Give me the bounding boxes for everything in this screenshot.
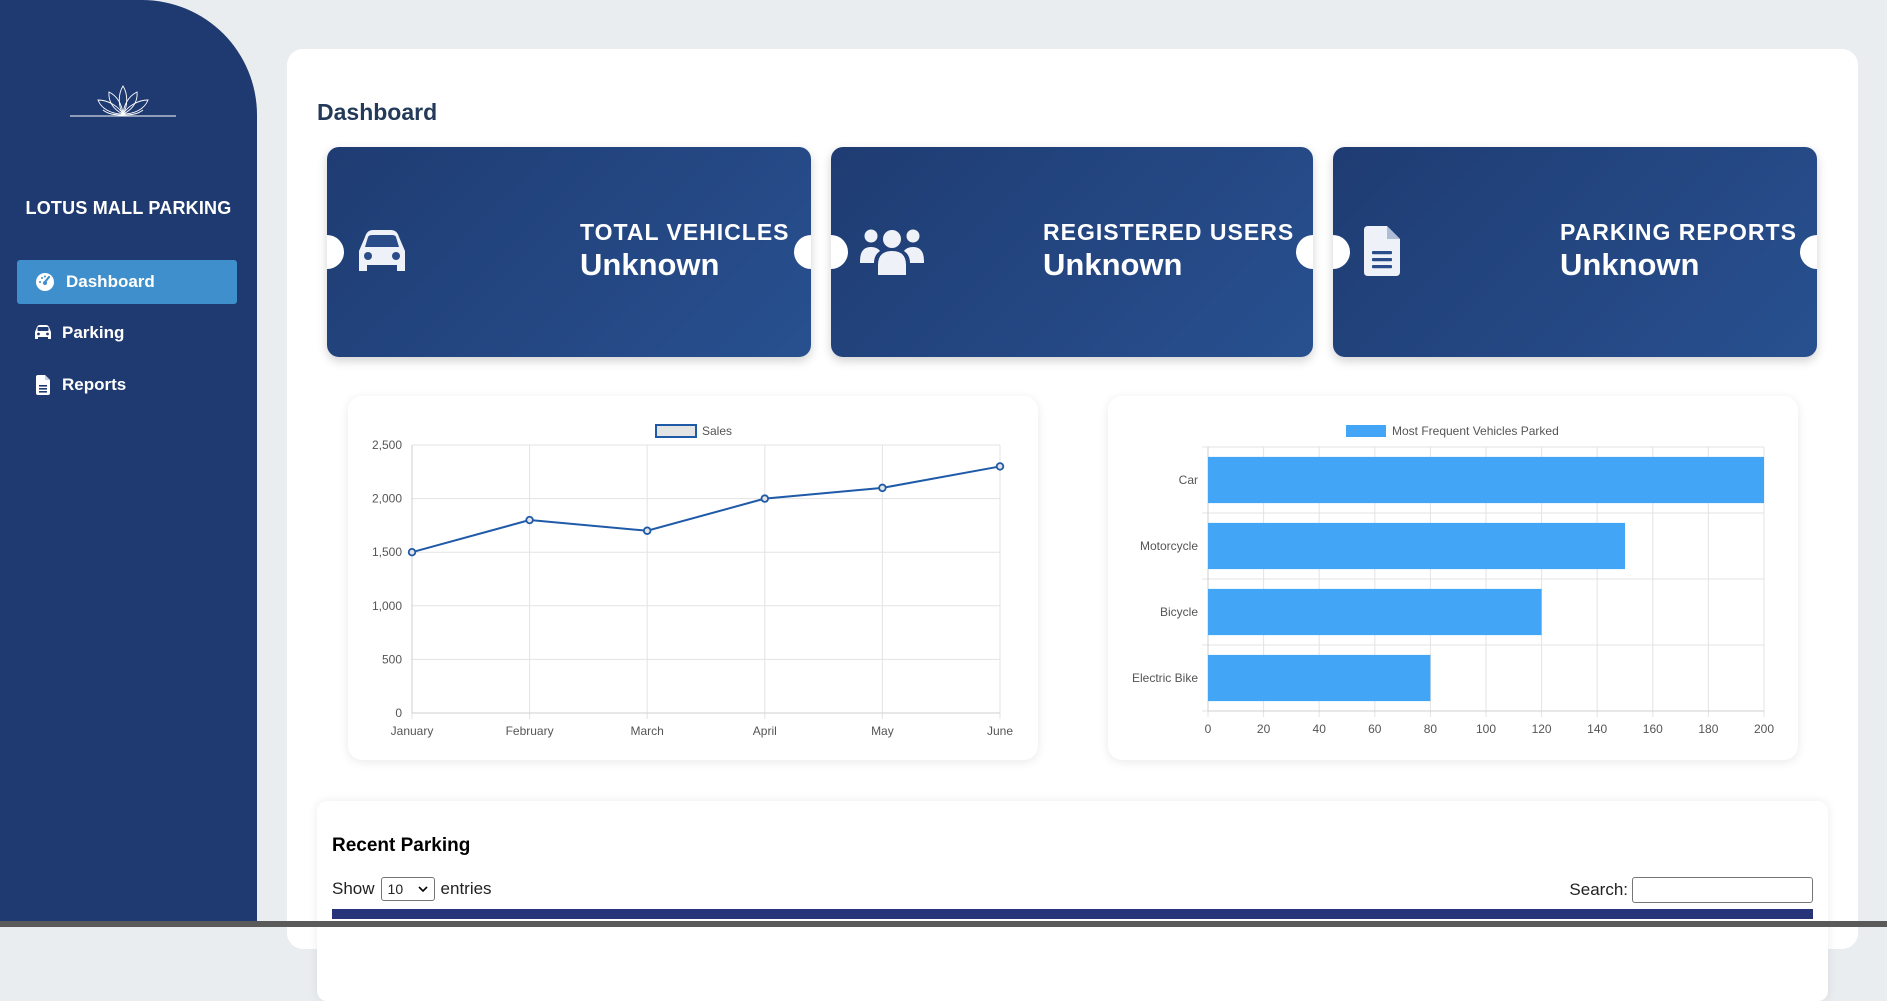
card-value: Unknown <box>1043 247 1183 282</box>
x-tick-label: 40 <box>1313 722 1327 736</box>
x-tick-label: 160 <box>1643 722 1663 736</box>
x-tick-label: June <box>987 724 1013 738</box>
y-tick-label: Car <box>1179 473 1198 487</box>
y-tick-label: 1,500 <box>372 545 402 559</box>
bar <box>1208 588 1542 636</box>
y-tick-label: 0 <box>395 706 402 720</box>
card-notch <box>831 235 848 269</box>
users-icon <box>860 229 924 275</box>
y-tick-label: 1,000 <box>372 599 402 613</box>
car-icon <box>359 230 405 271</box>
entries-select-value: 10 <box>387 881 404 897</box>
table-header <box>332 909 1813 919</box>
sidebar-item-parking[interactable]: Parking <box>17 311 237 355</box>
bar <box>1208 654 1431 702</box>
card-value: Unknown <box>1560 247 1700 282</box>
brand-title: LOTUS MALL PARKING <box>25 198 232 218</box>
chevron-down-icon <box>417 886 428 892</box>
x-tick-label: March <box>631 724 664 738</box>
stat-card-parking-reports: PARKING REPORTS Unknown <box>1333 147 1817 357</box>
sidebar-item-dashboard[interactable]: Dashboard <box>17 260 237 304</box>
card-label: TOTAL VEHICLES <box>580 219 790 245</box>
y-tick-label: Bicycle <box>1160 605 1198 619</box>
card-notch <box>1333 235 1350 269</box>
data-point <box>407 547 417 557</box>
sidebar-item-label: Reports <box>62 375 127 394</box>
recent-parking-title: Recent Parking <box>332 835 471 856</box>
series-line-sales <box>411 465 1001 554</box>
card-notch <box>1296 235 1313 269</box>
bar <box>1208 456 1764 504</box>
data-point <box>760 494 769 503</box>
car-icon <box>32 322 54 344</box>
file-icon <box>1364 226 1400 276</box>
sidebar-item-label: Parking <box>62 323 125 342</box>
legend-label: Most Frequent Vehicles Parked <box>1392 424 1559 438</box>
page-title: Dashboard <box>317 99 438 125</box>
y-tick-label: 500 <box>382 652 402 666</box>
y-tick-label: 2,000 <box>372 492 402 506</box>
x-tick-label: 200 <box>1754 722 1774 736</box>
gauge-icon <box>34 271 56 293</box>
x-tick-label: 100 <box>1476 722 1496 736</box>
bar <box>1208 522 1625 570</box>
card-notch <box>1800 235 1817 269</box>
x-tick-label: February <box>506 724 554 738</box>
window-bottom-edge <box>0 921 1887 927</box>
legend-label: Sales <box>702 424 732 438</box>
entries-label: entries <box>440 879 492 898</box>
card-notch <box>327 235 344 269</box>
show-label: Show <box>332 879 375 898</box>
card-label: PARKING REPORTS <box>1560 219 1797 245</box>
data-point <box>525 515 534 525</box>
x-tick-label: 0 <box>1205 722 1212 736</box>
data-point <box>643 526 652 535</box>
x-tick-label: January <box>391 724 434 738</box>
file-icon <box>32 374 54 396</box>
data-point <box>878 483 887 493</box>
card-value: Unknown <box>580 247 720 282</box>
legend-swatch <box>655 424 697 438</box>
card-label: REGISTERED USERS <box>1043 219 1295 245</box>
main-panel: Dashboard TOTAL VEHICLES Unknown REGISTE… <box>287 49 1858 1001</box>
x-tick-label: May <box>871 724 894 738</box>
x-tick-label: 180 <box>1698 722 1718 736</box>
entries-select[interactable]: 10 <box>380 877 435 901</box>
x-tick-label: 80 <box>1424 722 1438 736</box>
sidebar: LOTUS MALL PARKING Dashboard Parking Rep… <box>0 0 257 927</box>
x-tick-label: 20 <box>1257 722 1271 736</box>
sidebar-item-reports[interactable]: Reports <box>17 363 237 407</box>
table-search: Search: <box>1569 877 1813 903</box>
y-tick-label: Motorcycle <box>1140 539 1198 553</box>
line-chart-svg: Sales 0 500 1,000 1,500 2,000 2,500 January Febr… <box>372 424 1013 738</box>
lotus-logo <box>70 85 176 117</box>
data-point <box>995 462 1005 471</box>
recent-parking-panel: Recent Parking Show 10 entries Search: <box>317 801 1828 1001</box>
y-tick-label: 2,500 <box>372 438 402 452</box>
bar-chart-svg: Most Frequent Vehicles Parked 0 20 40 60 80 10… <box>1132 424 1774 736</box>
stat-card-total-vehicles: TOTAL VEHICLES Unknown <box>327 147 811 357</box>
x-tick-label: 140 <box>1587 722 1607 736</box>
entries-length-control: Show 10 entries <box>332 877 492 901</box>
x-tick-label: April <box>753 724 777 738</box>
y-tick-label: Electric Bike <box>1132 671 1198 685</box>
search-input[interactable] <box>1632 877 1813 903</box>
sidebar-item-label: Dashboard <box>66 272 155 291</box>
stat-card-registered-users: REGISTERED USERS Unknown <box>831 147 1313 357</box>
legend-swatch <box>1346 425 1386 437</box>
card-notch <box>794 235 811 269</box>
sales-line-chart: Sales 0 500 1,000 1,500 2,000 2,500 January Febr… <box>348 396 1038 760</box>
x-tick-label: 120 <box>1532 722 1552 736</box>
search-label: Search: <box>1569 880 1628 899</box>
vehicles-bar-chart: Most Frequent Vehicles Parked 0 20 40 60 80 10… <box>1108 396 1798 760</box>
x-tick-label: 60 <box>1368 722 1382 736</box>
